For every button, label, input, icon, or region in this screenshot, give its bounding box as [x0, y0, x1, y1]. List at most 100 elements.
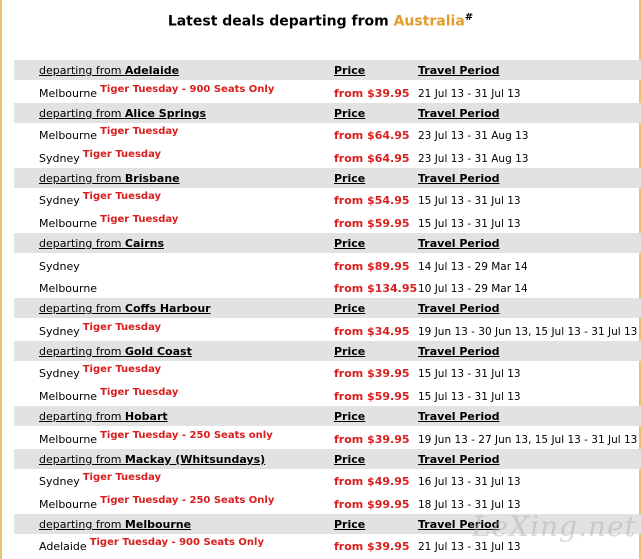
destination-city: Sydney — [39, 194, 80, 208]
departing-link[interactable]: departing from Melbourne — [39, 518, 191, 531]
price-column-header[interactable]: Price — [334, 345, 365, 358]
promo-tag: Tiger Tuesday — [82, 321, 162, 333]
section-header: departing from Cairns Price Travel Period — [14, 232, 641, 253]
departing-link[interactable]: departing from Alice Springs — [39, 107, 206, 120]
deal-row[interactable]: Sydney Tiger Tuesday from $39.95 15 Jul 13 … — [14, 361, 641, 384]
deal-row[interactable]: Sydney Tiger Tuesday from $49.95 16 Jul 13 … — [14, 469, 641, 492]
deal-period: 15 Jul 13 - 31 Jul 13 — [418, 368, 521, 381]
destination-cell: Sydney — [39, 260, 80, 273]
price-column-header[interactable]: Price — [334, 518, 365, 531]
deal-row[interactable]: Melbourne Tiger Tuesday - 250 Seats only f… — [14, 426, 641, 449]
deal-row[interactable]: Sydney from $89.95 14 Jul 13 - 29 Mar 14 — [14, 253, 641, 276]
deal-period: 21 Jul 13 - 31 Jul 13 — [418, 541, 521, 554]
price-column-header[interactable]: Price — [334, 410, 365, 423]
origin-city: Mackay (Whitsundays) — [124, 452, 266, 466]
deal-period: 15 Jul 13 - 31 Jul 13 — [418, 195, 521, 208]
deal-row[interactable]: Melbourne Tiger Tuesday from $59.95 15 Jul … — [14, 383, 641, 406]
destination-city: Melbourne — [39, 389, 98, 403]
deal-price[interactable]: from $39.95 — [334, 433, 410, 446]
destination-cell: Melbourne Tiger Tuesday — [39, 126, 179, 142]
destination-cell: Adelaide Tiger Tuesday - 900 Seats Only — [39, 537, 264, 554]
deal-price[interactable]: from $99.95 — [334, 498, 410, 511]
deal-price[interactable]: from $39.95 — [334, 367, 410, 380]
destination-city: Melbourne — [39, 497, 98, 511]
destination-cell: Melbourne Tiger Tuesday - 900 Seats Only — [39, 84, 274, 100]
price-column-header[interactable]: Price — [334, 237, 365, 250]
section-header: departing from Coffs Harbour Price Travel … — [14, 298, 641, 319]
deal-row[interactable]: Melbourne Tiger Tuesday - 900 Seats Only f… — [14, 80, 641, 103]
destination-cell: Sydney Tiger Tuesday — [39, 191, 161, 208]
price-column-header[interactable]: Price — [334, 64, 365, 77]
travel-period-column-header[interactable]: Travel Period — [418, 107, 500, 120]
departing-from-label: departing from — [39, 452, 125, 466]
deal-period: 10 Jul 13 - 29 Mar 14 — [418, 283, 528, 296]
deal-row[interactable]: Sydney Tiger Tuesday from $64.95 23 Jul 13 … — [14, 145, 641, 168]
departing-link[interactable]: departing from Coffs Harbour — [39, 302, 211, 315]
deals-table: departing from Adelaide Price Travel Perio… — [14, 60, 641, 556]
travel-period-column-header[interactable]: Travel Period — [418, 172, 500, 185]
price-column-header[interactable]: Price — [334, 172, 365, 185]
promo-tag: Tiger Tuesday — [82, 364, 162, 376]
departing-link[interactable]: departing from Gold Coast — [39, 345, 192, 358]
deal-period: 23 Jul 13 - 31 Aug 13 — [418, 152, 529, 165]
departing-link[interactable]: departing from Adelaide — [39, 64, 179, 77]
travel-period-column-header[interactable]: Travel Period — [418, 237, 500, 250]
deal-price[interactable]: from $54.95 — [334, 194, 410, 207]
promo-tag: Tiger Tuesday — [100, 386, 179, 398]
deal-price[interactable]: from $49.95 — [334, 475, 410, 488]
deal-row[interactable]: Melbourne Tiger Tuesday from $64.95 23 Jul … — [14, 123, 641, 146]
title-footnote-mark: # — [464, 12, 474, 23]
travel-period-column-header[interactable]: Travel Period — [418, 453, 500, 466]
destination-city: Adelaide — [39, 540, 87, 554]
origin-city: Coffs Harbour — [124, 302, 211, 316]
price-column-header[interactable]: Price — [334, 107, 365, 120]
deal-row[interactable]: Sydney Tiger Tuesday from $54.95 15 Jul 13 … — [14, 188, 641, 211]
origin-city: Gold Coast — [124, 344, 192, 358]
promo-tag: Tiger Tuesday - 250 Seats only — [100, 429, 273, 441]
promo-tag: Tiger Tuesday - 250 Seats Only — [100, 494, 275, 506]
travel-period-column-header[interactable]: Travel Period — [418, 410, 500, 423]
title-country: Australia — [393, 13, 465, 30]
watermark: LeXing.net — [472, 510, 637, 543]
deal-price[interactable]: from $89.95 — [334, 260, 410, 273]
travel-period-column-header[interactable]: Travel Period — [418, 302, 500, 315]
deal-row[interactable]: Melbourne from $134.95 10 Jul 13 - 29 Mar … — [14, 276, 641, 299]
departing-link[interactable]: departing from Cairns — [39, 237, 164, 250]
deal-price[interactable]: from $64.95 — [334, 152, 410, 165]
destination-city: Melbourne — [39, 282, 98, 296]
deal-period: 16 Jul 13 - 31 Jul 13 — [418, 476, 521, 489]
page-title: Latest deals departing from Australia# — [0, 12, 641, 30]
departing-link[interactable]: departing from Mackay (Whitsundays) — [39, 453, 265, 466]
deal-row[interactable]: Sydney Tiger Tuesday from $34.95 19 Jun 13 … — [14, 318, 641, 341]
destination-cell: Melbourne Tiger Tuesday - 250 Seats Only — [39, 494, 275, 511]
departing-from-label: departing from — [39, 64, 125, 77]
departing-link[interactable]: departing from Brisbane — [39, 172, 180, 185]
destination-cell: Melbourne Tiger Tuesday — [39, 214, 178, 230]
destination-city: Sydney — [39, 367, 80, 381]
price-column-header[interactable]: Price — [334, 302, 365, 315]
deal-price[interactable]: from $134.95 — [334, 282, 417, 295]
destination-cell: Sydney Tiger Tuesday — [39, 149, 161, 165]
travel-period-column-header[interactable]: Travel Period — [418, 64, 500, 77]
origin-city: Brisbane — [124, 171, 180, 185]
deal-price[interactable]: from $39.95 — [334, 87, 410, 100]
origin-city: Melbourne — [124, 517, 192, 531]
deal-price[interactable]: from $59.95 — [334, 217, 410, 230]
departing-from-label: departing from — [39, 236, 125, 250]
destination-city: Melbourne — [39, 216, 98, 230]
deal-price[interactable]: from $64.95 — [334, 129, 410, 142]
deal-period: 19 Jun 13 - 27 Jun 13, 15 Jul 13 - 31 Ju… — [418, 433, 638, 446]
price-column-header[interactable]: Price — [334, 453, 365, 466]
deal-price[interactable]: from $39.95 — [334, 540, 410, 553]
deal-price[interactable]: from $59.95 — [334, 390, 410, 403]
deal-row[interactable]: Melbourne Tiger Tuesday from $59.95 15 Jul … — [14, 210, 641, 233]
deal-price[interactable]: from $34.95 — [334, 325, 410, 338]
origin-city: Hobart — [124, 409, 168, 423]
deal-period: 19 Jun 13 - 30 Jun 13, 15 Jul 13 - 31 Ju… — [418, 325, 638, 338]
destination-cell: Sydney Tiger Tuesday — [39, 321, 162, 338]
travel-period-column-header[interactable]: Travel Period — [418, 345, 500, 358]
promo-tag: Tiger Tuesday - 900 Seats Only — [89, 537, 264, 549]
promo-tag: Tiger Tuesday — [100, 126, 179, 138]
departing-link[interactable]: departing from Hobart — [39, 410, 168, 423]
departing-from-label: departing from — [39, 171, 125, 185]
